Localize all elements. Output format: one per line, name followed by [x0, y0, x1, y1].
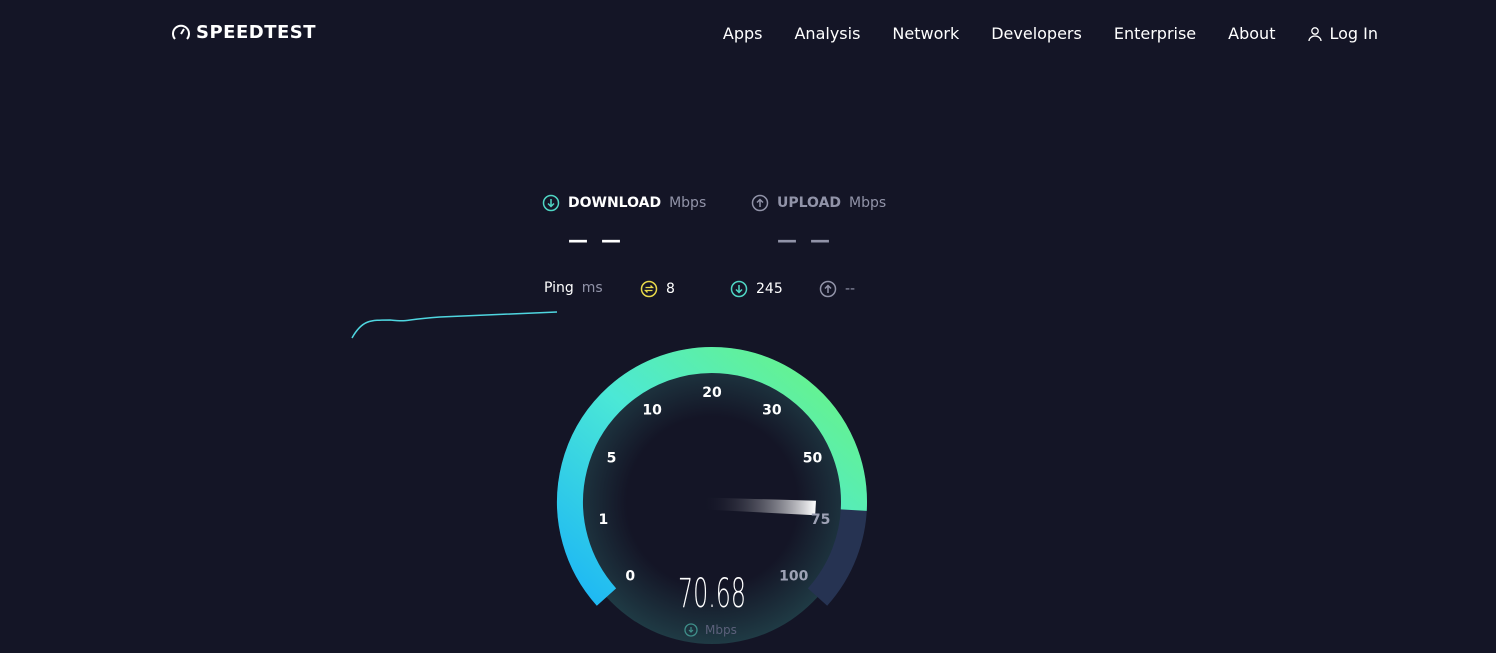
speed-gauge: 0 1 5 10 20 30 50 75 100 70.68 Mbps [351, 311, 867, 644]
gauge-tick-label: 5 [607, 450, 617, 466]
gauge-tick-label: 30 [762, 403, 782, 419]
gauge-tick-label: 0 [625, 569, 635, 585]
gauge-tick-label: 75 [811, 512, 830, 528]
gauge-unit-label: Mbps [705, 623, 737, 637]
gauge-tick-label: 50 [803, 450, 823, 466]
gauge-tick-label: 1 [598, 512, 608, 528]
gauge-speed-value: 70.68 [678, 571, 746, 617]
speed-graph-line [351, 311, 558, 339]
gauge-tick-label: 100 [779, 569, 808, 585]
gauge-tick-label: 10 [642, 403, 662, 419]
gauge-tick-label: 20 [702, 385, 722, 401]
